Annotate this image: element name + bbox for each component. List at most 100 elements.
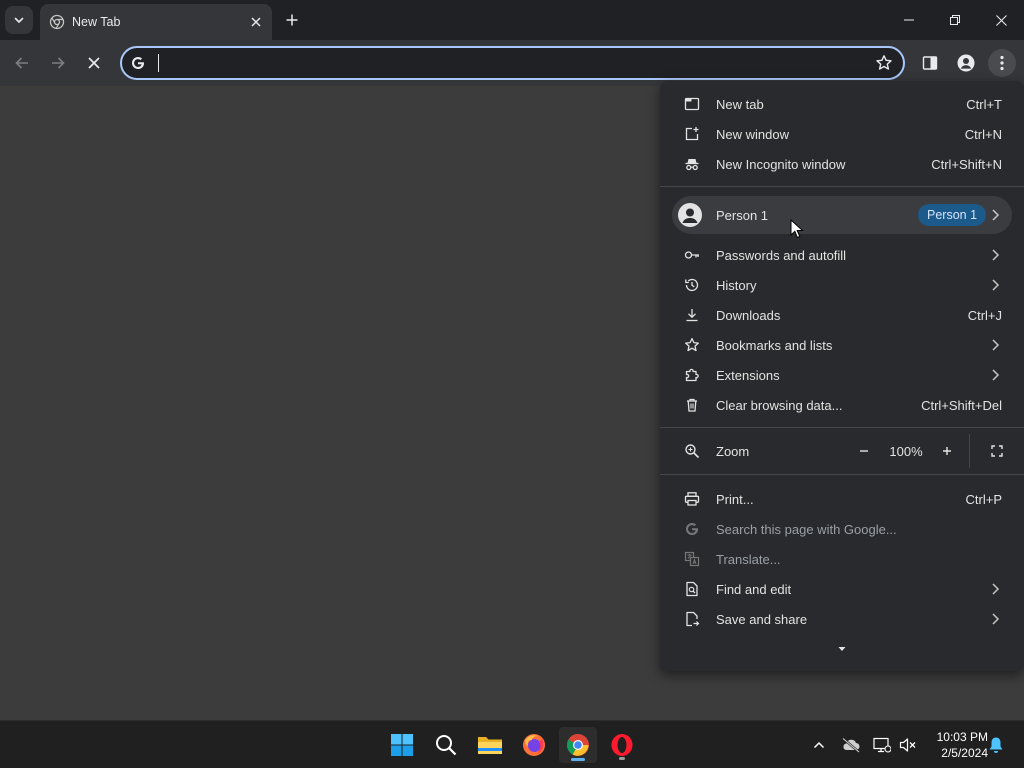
side-panel-icon (922, 56, 938, 70)
menu-item-shortcut: Ctrl+T (966, 97, 1002, 112)
menu-item-find-and-edit[interactable]: Find and edit (660, 574, 1024, 604)
arrow-right-icon (52, 57, 65, 69)
bell-icon (989, 737, 1003, 753)
menu-item-label: New window (716, 127, 789, 142)
new-tab-icon (684, 97, 700, 111)
address-bar[interactable] (120, 46, 905, 80)
menu-item-label: Save and share (716, 612, 808, 627)
mouse-cursor-icon (790, 219, 804, 239)
profile-name: Person 1 (716, 208, 769, 223)
person-icon (682, 208, 698, 223)
chevron-right-icon (992, 369, 1000, 381)
minimize-button[interactable] (886, 0, 932, 40)
menu-divider (660, 427, 1024, 428)
menu-item-label: Bookmarks and lists (716, 338, 833, 353)
tab-new-tab[interactable]: New Tab (40, 4, 272, 40)
opera-icon (611, 734, 633, 756)
taskbar-search-button[interactable] (427, 727, 465, 763)
taskbar-chrome[interactable] (559, 727, 597, 763)
address-input[interactable] (158, 48, 858, 78)
chevron-right-icon (992, 339, 1000, 351)
chevron-down-icon (14, 17, 24, 23)
active-app-indicator (571, 758, 585, 761)
back-button[interactable] (8, 49, 36, 77)
restore-button[interactable] (932, 0, 978, 40)
zoom-out-button[interactable] (852, 439, 876, 463)
google-icon (686, 523, 698, 535)
taskbar-opera[interactable] (603, 727, 641, 763)
tab-search-button[interactable] (5, 6, 33, 34)
plus-icon (286, 14, 298, 26)
menu-item-downloads[interactable]: Downloads Ctrl+J (660, 300, 1024, 330)
show-hidden-icons-button[interactable] (807, 733, 831, 757)
menu-item-new-tab[interactable]: New tab Ctrl+T (660, 89, 1024, 119)
close-icon (88, 57, 100, 69)
plus-icon (943, 447, 951, 455)
find-icon (686, 581, 698, 597)
windows-logo-icon (391, 734, 413, 756)
clock-time: 10:03 PM (936, 730, 988, 744)
menu-item-history[interactable]: History (660, 270, 1024, 300)
menu-item-clear-browsing-data[interactable]: Clear browsing data... Ctrl+Shift+Del (660, 390, 1024, 420)
menu-item-label: Downloads (716, 308, 781, 323)
person-icon (957, 54, 975, 72)
new-window-icon (685, 127, 699, 141)
taskbar-file-explorer[interactable] (471, 727, 509, 763)
menu-item-shortcut: Ctrl+J (967, 308, 1002, 323)
chrome-icon (567, 734, 589, 756)
volume-tray-icon[interactable] (896, 733, 920, 757)
menu-item-print[interactable]: Print... Ctrl+P (660, 484, 1024, 514)
more-vertical-icon (1000, 55, 1004, 71)
tab-title: New Tab (72, 15, 121, 29)
menu-item-shortcut: Ctrl+P (965, 492, 1002, 507)
menu-item-translate: Translate... (660, 544, 1024, 574)
cloud-off-icon (842, 737, 860, 753)
menu-item-label: Search this page with Google... (716, 522, 897, 537)
menu-item-bookmarks-and-lists[interactable]: Bookmarks and lists (660, 330, 1024, 360)
menu-item-label: Translate... (716, 552, 781, 567)
menu-item-shortcut: Ctrl+N (964, 127, 1002, 142)
trash-icon (687, 398, 697, 412)
fullscreen-icon (991, 445, 1003, 457)
restore-icon (950, 15, 960, 25)
chevron-right-icon (992, 209, 1000, 221)
search-icon (436, 735, 457, 756)
minimize-icon (904, 19, 914, 21)
chrome-menu-button[interactable] (988, 49, 1016, 77)
folder-icon (478, 737, 502, 754)
taskbar-firefox[interactable] (515, 727, 553, 763)
stop-loading-button[interactable] (80, 49, 108, 77)
menu-item-passwords-and-autofill[interactable]: Passwords and autofill (660, 240, 1024, 270)
notifications-button[interactable] (984, 733, 1008, 757)
scroll-down-arrow-icon[interactable] (838, 646, 846, 652)
network-tray-icon[interactable] (870, 733, 894, 757)
chevron-right-icon (992, 249, 1000, 261)
menu-item-save-and-share[interactable]: Save and share (660, 604, 1024, 634)
zoom-in-button[interactable] (935, 439, 959, 463)
bookmark-star-icon[interactable] (875, 54, 893, 72)
start-button[interactable] (383, 727, 421, 763)
new-tab-button[interactable] (281, 9, 303, 31)
history-icon (685, 278, 699, 292)
tab-close-button[interactable] (246, 12, 266, 32)
close-icon (995, 14, 1007, 26)
menu-item-new-window[interactable]: New window Ctrl+N (660, 119, 1024, 149)
onedrive-tray-icon[interactable] (839, 733, 863, 757)
taskbar-clock[interactable]: 10:03 PM 2/5/2024 (924, 729, 988, 761)
menu-divider (660, 186, 1024, 187)
menu-item-profile[interactable]: Person 1 Person 1 (672, 196, 1012, 234)
forward-button[interactable] (44, 49, 72, 77)
menu-item-zoom: Zoom 100% (660, 434, 1024, 468)
menu-item-extensions[interactable]: Extensions (660, 360, 1024, 390)
menu-divider (660, 474, 1024, 475)
side-panel-button[interactable] (916, 49, 944, 77)
running-app-indicator (619, 757, 625, 760)
download-icon (686, 309, 698, 322)
fullscreen-button[interactable] (985, 439, 1009, 463)
menu-item-new-incognito-window[interactable]: New Incognito window Ctrl+Shift+N (660, 149, 1024, 179)
google-icon (132, 57, 144, 69)
close-window-button[interactable] (978, 0, 1024, 40)
profile-button[interactable] (952, 49, 980, 77)
menu-item-label: Passwords and autofill (716, 248, 847, 263)
print-icon (684, 492, 700, 506)
